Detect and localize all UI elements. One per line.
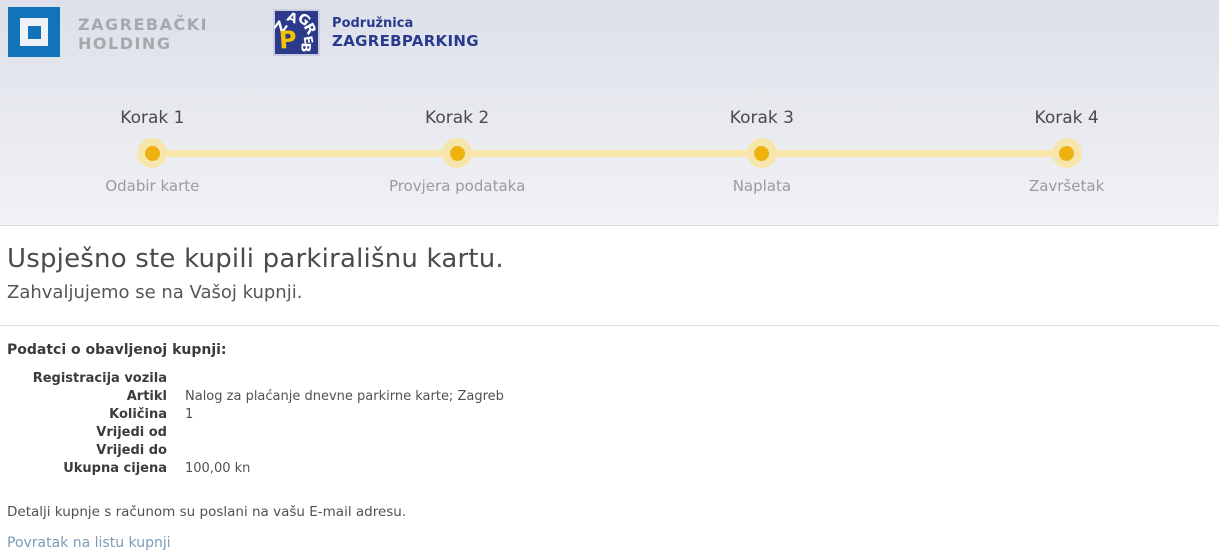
- logo-letter-p: P: [278, 27, 297, 52]
- detail-label: Vrijedi od: [0, 424, 167, 442]
- detail-value: Nalog za plaćanje dnevne parkirne karte;…: [185, 388, 504, 406]
- email-confirmation-note: Detalji kupnje s računom su poslani na v…: [0, 504, 1219, 520]
- branch-name: ZAGREBPARKING: [332, 32, 479, 51]
- purchase-details-list: Registracija vozila Artikl Nalog za plać…: [0, 370, 1219, 478]
- step-subtitle: Odabir karte: [0, 177, 305, 195]
- step-dot: [137, 138, 167, 168]
- step-title: Korak 3: [610, 108, 915, 128]
- detail-label: Artikl: [0, 388, 167, 406]
- logo-letter-b: B: [298, 42, 311, 52]
- detail-value: 100,00 kn: [185, 460, 250, 478]
- step-3-naplata: Korak 3 Naplata: [610, 108, 915, 195]
- detail-label: Vrijedi do: [0, 442, 167, 460]
- step-dot: [442, 138, 472, 168]
- step-dot: [747, 138, 777, 168]
- top-gradient-section: ZAGREBAČKI HOLDING A G R E B Z P Podružn…: [0, 0, 1219, 226]
- step-1-odabir-karte: Korak 1 Odabir karte: [0, 108, 305, 195]
- holding-logo-center-square: [28, 26, 41, 39]
- success-subtitle: Zahvaljujemo se na Vašoj kupnji.: [0, 282, 1219, 303]
- holding-wordmark-line1: ZAGREBAČKI: [78, 15, 208, 34]
- detail-label: Ukupna cijena: [0, 460, 167, 478]
- step-2-provjera-podataka: Korak 2 Provjera podataka: [305, 108, 610, 195]
- purchase-details-heading: Podatci o obavljenoj kupnji:: [0, 342, 1219, 358]
- main-content: Uspješno ste kupili parkirališnu kartu. …: [0, 244, 1219, 551]
- back-to-purchases-link[interactable]: Povratak na listu kupnji: [7, 535, 171, 551]
- step-subtitle: Naplata: [610, 177, 915, 195]
- detail-value: 1: [185, 406, 193, 424]
- progress-steps: Korak 1 Odabir karte Korak 2 Provjera po…: [0, 108, 1219, 195]
- branch-wordmark: Podružnica ZAGREBPARKING: [332, 15, 479, 51]
- step-subtitle: Završetak: [914, 177, 1219, 195]
- zagrebacki-holding-logo-icon: [8, 7, 60, 57]
- step-dot: [1052, 138, 1082, 168]
- step-title: Korak 1: [0, 108, 305, 128]
- detail-row-ukupna-cijena: Ukupna cijena 100,00 kn: [0, 460, 1219, 478]
- step-title: Korak 2: [305, 108, 610, 128]
- detail-row-artikl: Artikl Nalog za plaćanje dnevne parkirne…: [0, 388, 1219, 406]
- detail-row-registracija-vozila: Registracija vozila: [0, 370, 1219, 388]
- zagrebparking-logo-icon: A G R E B Z P: [273, 9, 320, 56]
- holding-wordmark: ZAGREBAČKI HOLDING: [78, 15, 208, 53]
- detail-label: Registracija vozila: [0, 370, 167, 388]
- section-divider: [0, 325, 1219, 326]
- detail-row-vrijedi-do: Vrijedi do: [0, 442, 1219, 460]
- step-4-zavrsetak: Korak 4 Završetak: [914, 108, 1219, 195]
- holding-logo-inner-square: [20, 18, 48, 46]
- holding-wordmark-line2: HOLDING: [78, 34, 208, 53]
- detail-label: Količina: [0, 406, 167, 424]
- detail-row-vrijedi-od: Vrijedi od: [0, 424, 1219, 442]
- branch-label: Podružnica: [332, 15, 479, 32]
- detail-row-kolicina: Količina 1: [0, 406, 1219, 424]
- step-subtitle: Provjera podataka: [305, 177, 610, 195]
- step-title: Korak 4: [914, 108, 1219, 128]
- success-title: Uspješno ste kupili parkirališnu kartu.: [0, 244, 1219, 274]
- header: ZAGREBAČKI HOLDING A G R E B Z P Podružn…: [0, 0, 1219, 57]
